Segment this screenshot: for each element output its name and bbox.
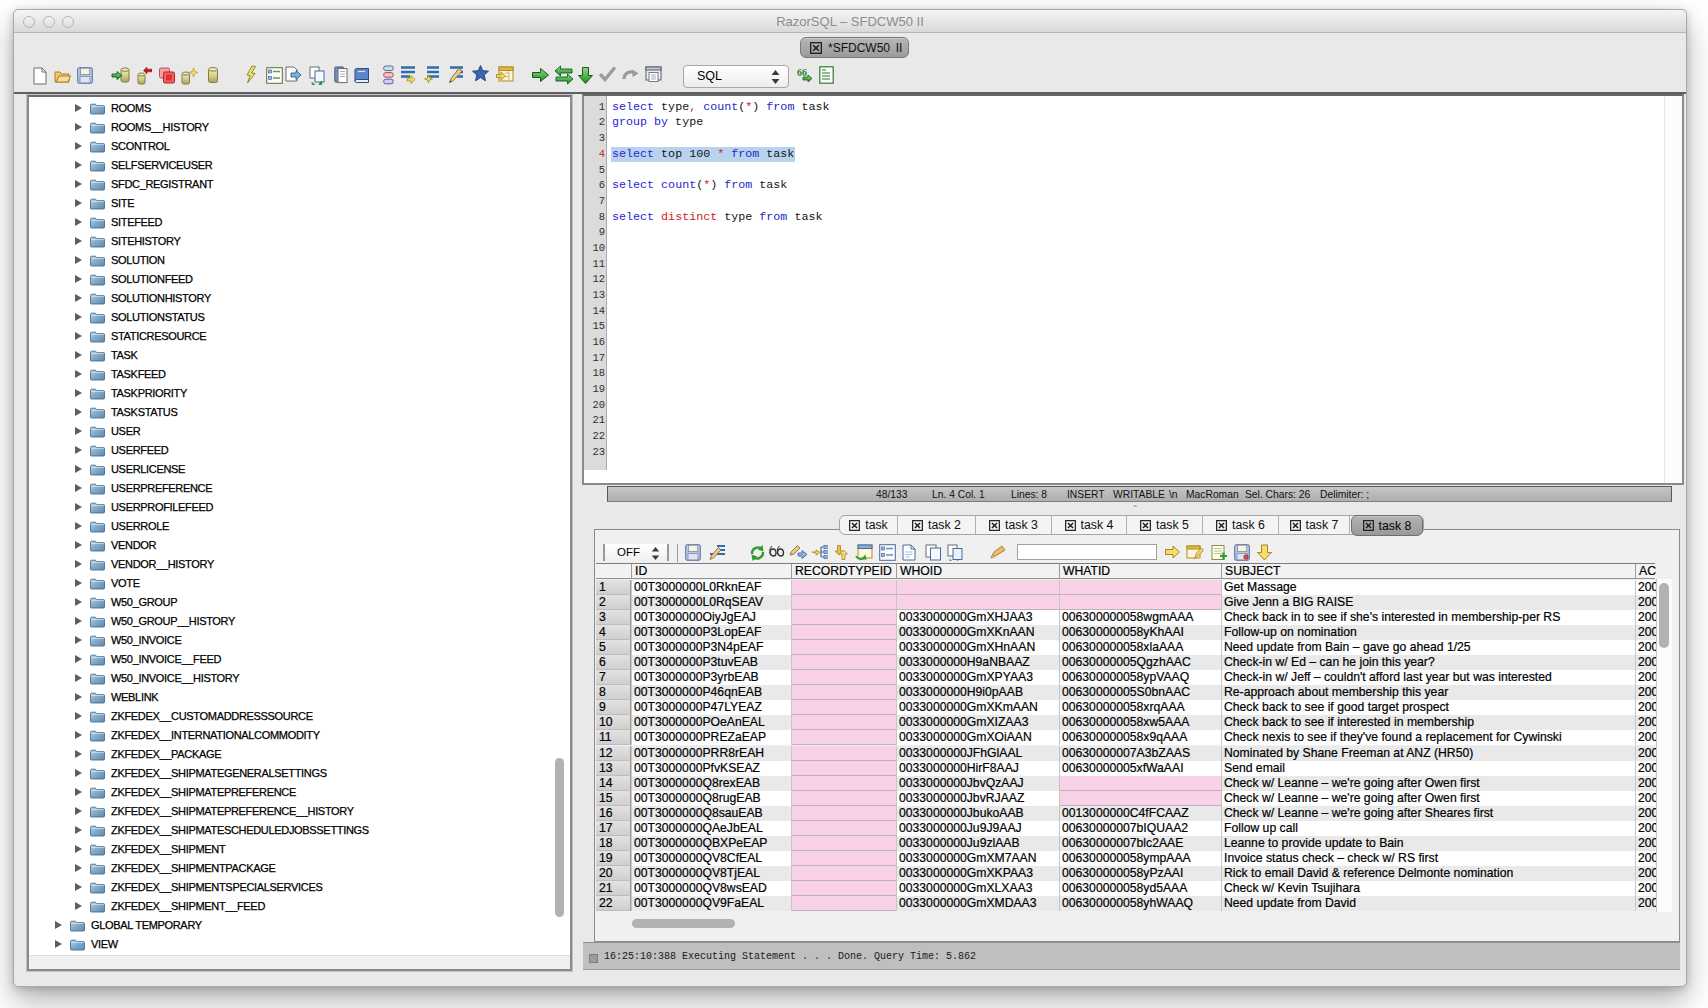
svg-text:66: 66 [797,67,807,78]
